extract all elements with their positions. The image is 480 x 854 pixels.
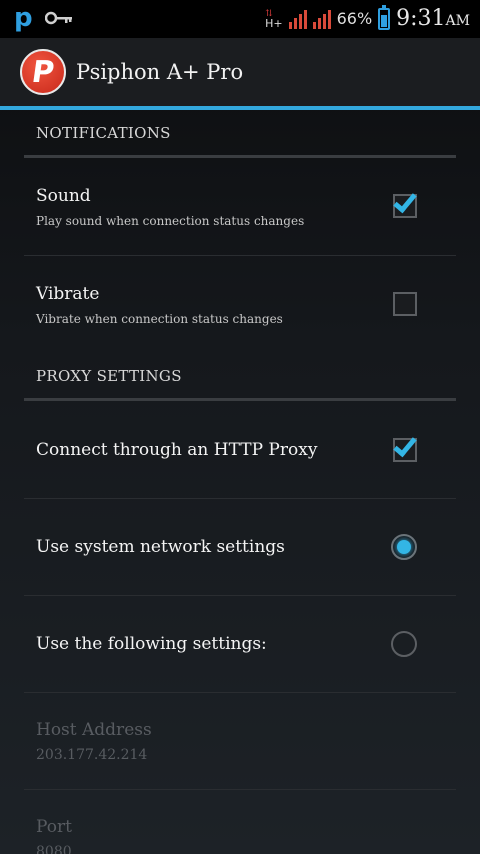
data-activity-icon: ⇅ H+ — [265, 8, 283, 30]
pref-host-address-value: 203.177.42.214 — [36, 747, 148, 763]
pref-connect-http-proxy[interactable]: Connect through an HTTP Proxy — [24, 401, 456, 499]
vibrate-checkbox[interactable] — [393, 292, 417, 316]
battery-icon — [378, 4, 391, 30]
status-left: p — [14, 4, 73, 32]
pref-following-settings-title: Use the following settings: — [36, 634, 267, 654]
system-settings-radio[interactable] — [391, 534, 417, 560]
signal-bars-1-icon — [288, 9, 307, 29]
pref-port-value: 8080 — [36, 844, 72, 854]
clock: 9:31AM — [396, 6, 470, 31]
action-bar: P Psiphon A+ Pro — [0, 38, 480, 110]
network-type: H+ — [265, 16, 283, 30]
radio-selected-icon — [397, 540, 411, 554]
pref-sound[interactable]: Sound Play sound when connection status … — [24, 158, 456, 256]
psiphon-app-icon[interactable]: P — [20, 49, 66, 95]
clock-ampm: AM — [445, 13, 470, 29]
pref-following-settings[interactable]: Use the following settings: — [24, 596, 456, 693]
pref-port: Port 8080 — [24, 790, 456, 854]
following-settings-radio[interactable] — [391, 631, 417, 657]
psiphon-notification-icon: p — [14, 3, 33, 33]
proxy-settings-header: PROXY SETTINGS — [24, 367, 456, 401]
pref-vibrate-title: Vibrate — [36, 284, 100, 304]
pref-host-address: Host Address 203.177.42.214 — [24, 693, 456, 790]
battery-percent: 66% — [336, 9, 373, 28]
pref-sound-summary: Play sound when connection status change… — [36, 214, 305, 228]
status-bar: p ⇅ H+ 66% 9:31AM — [0, 0, 480, 38]
check-icon — [393, 188, 417, 214]
pref-vibrate-summary: Vibrate when connection status changes — [36, 312, 283, 326]
signal-bars-2-icon — [312, 9, 331, 29]
status-right: ⇅ H+ 66% 9:31AM — [265, 4, 470, 31]
pref-host-address-title: Host Address — [36, 720, 152, 740]
check-icon — [393, 432, 417, 458]
clock-time: 9:31 — [396, 6, 446, 31]
pref-port-title: Port — [36, 817, 72, 837]
pref-vibrate[interactable]: Vibrate Vibrate when connection status c… — [24, 256, 456, 354]
pref-system-network-settings[interactable]: Use system network settings — [24, 499, 456, 596]
app-icon-letter: P — [29, 54, 57, 90]
app-title: Psiphon A+ Pro — [76, 60, 244, 84]
http-proxy-checkbox[interactable] — [393, 432, 417, 462]
pref-sound-title: Sound — [36, 186, 91, 206]
pref-system-network-title: Use system network settings — [36, 537, 285, 557]
key-icon — [44, 11, 72, 25]
notifications-header: NOTIFICATIONS — [24, 124, 456, 158]
pref-connect-http-proxy-title: Connect through an HTTP Proxy — [36, 440, 318, 460]
sound-checkbox[interactable] — [393, 188, 417, 218]
